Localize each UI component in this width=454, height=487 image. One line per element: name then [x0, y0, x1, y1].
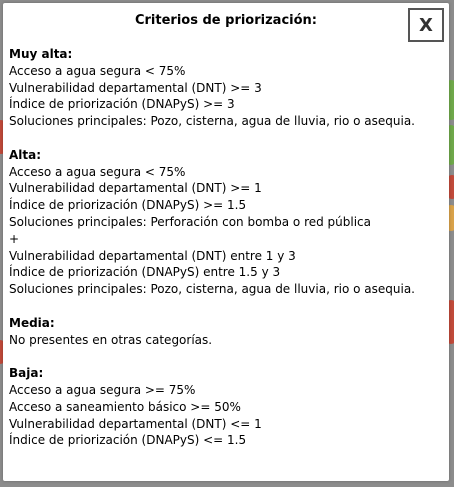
section-media: Media: No presentes en otras categorías.: [9, 315, 443, 349]
criteria-line: Vulnerabilidad departamental (DNT) >= 1: [9, 181, 262, 196]
criteria-line: Acceso a agua segura >= 75%: [9, 382, 196, 397]
section-muy-alta: Muy alta: Acceso a agua segura < 75% Vul…: [9, 46, 443, 130]
close-button[interactable]: X: [408, 8, 444, 42]
criteria-line: Soluciones principales: Pozo, cisterna, …: [9, 114, 415, 129]
criteria-line: Vulnerabilidad departamental (DNT) entre…: [9, 248, 296, 263]
criteria-line: Índice de priorización (DNAPyS) <= 1.5: [9, 433, 247, 448]
section-alta: Alta: Acceso a agua segura < 75% Vulnera…: [9, 147, 443, 298]
criteria-separator: +: [9, 231, 20, 246]
criteria-line: Vulnerabilidad departamental (DNT) <= 1: [9, 416, 262, 431]
criteria-line: Soluciones principales: Perforación con …: [9, 214, 372, 229]
criteria-line: Índice de priorización (DNAPyS) entre 1.…: [9, 265, 281, 280]
section-title: Media:: [9, 315, 55, 330]
criteria-line: Acceso a agua segura < 75%: [9, 164, 186, 179]
prioritization-criteria-modal: Criterios de priorización: X Muy alta: A…: [3, 3, 449, 481]
modal-title: Criterios de priorización:: [134, 13, 317, 28]
section-title: Muy alta:: [9, 47, 73, 61]
criteria-line: Acceso a saneamiento básico >= 50%: [9, 399, 241, 414]
criteria-line: Soluciones principales: Pozo, cisterna, …: [9, 282, 415, 297]
criteria-line: Acceso a agua segura < 75%: [9, 63, 186, 78]
criteria-line: Índice de priorización (DNAPyS) >= 1.5: [9, 198, 247, 213]
criteria-line: Vulnerabilidad departamental (DNT) >= 3: [9, 80, 262, 95]
section-baja: Baja: Acceso a agua segura >= 75% Acceso…: [9, 365, 443, 449]
modal-content: Muy alta: Acceso a agua segura < 75% Vul…: [9, 46, 443, 466]
section-title: Baja:: [9, 366, 44, 381]
section-title: Alta:: [9, 147, 42, 162]
criteria-line: Índice de priorización (DNAPyS) >= 3: [9, 97, 235, 112]
criteria-line: No presentes en otras categorías.: [9, 332, 213, 347]
